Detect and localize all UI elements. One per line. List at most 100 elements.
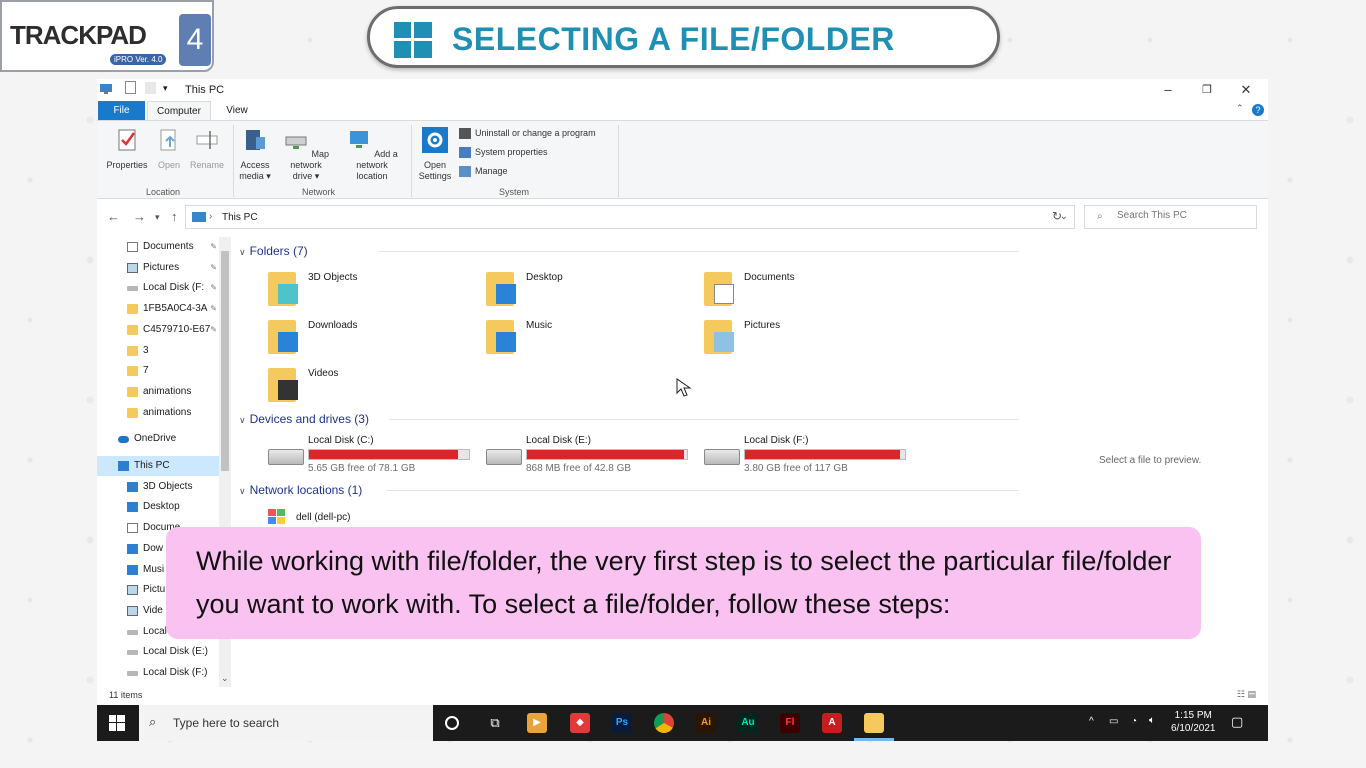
collapse-chevron-icon[interactable]: ∨ xyxy=(239,247,246,257)
search-box[interactable]: ⌕ xyxy=(1084,205,1257,229)
network-icon[interactable]: ▭ xyxy=(1109,716,1118,727)
blue-icon xyxy=(118,461,129,471)
search-icon: ⌕ xyxy=(1097,211,1103,222)
active-app-indicator xyxy=(854,738,894,741)
system-clock[interactable]: 1:15 PM 6/10/2021 xyxy=(1171,709,1216,735)
notifications-icon[interactable]: ▢ xyxy=(1231,714,1243,730)
drives-section-header[interactable]: ∨ Devices and drives (3) xyxy=(239,412,1019,426)
chrome-icon[interactable] xyxy=(654,713,674,733)
wifi-icon[interactable]: ◔ xyxy=(1131,716,1137,727)
breadcrumb-this-pc[interactable]: This PC xyxy=(222,212,258,223)
map-network-drive-button[interactable]: Map network drive ▾ xyxy=(275,127,337,182)
drive-item[interactable]: Local Disk (E:) 868 MB free of 42.8 GB xyxy=(470,435,690,475)
illustrator-icon[interactable]: Ai xyxy=(696,713,716,733)
media-player-icon[interactable]: ▶ xyxy=(527,713,547,733)
drive-item[interactable]: Local Disk (C:) 5.65 GB free of 78.1 GB xyxy=(252,435,472,475)
help-icon[interactable]: ? xyxy=(1252,104,1264,116)
add-network-location-button[interactable]: Add a network location xyxy=(338,127,406,182)
properties-button[interactable]: Properties xyxy=(103,127,151,171)
scroll-down-chevron-icon[interactable]: ⌄ xyxy=(221,673,229,684)
nav-quick-access-item[interactable]: 7 xyxy=(97,361,219,381)
up-arrow-icon[interactable]: ↑ xyxy=(171,209,178,224)
nav-quick-access-item[interactable]: 3 xyxy=(97,341,219,361)
nav-this-pc-item[interactable]: Local Disk (F:) xyxy=(97,663,219,683)
photoshop-icon[interactable]: Ps xyxy=(612,713,632,733)
nav-quick-access-item[interactable]: animations xyxy=(97,382,219,402)
folder-item[interactable]: 3D Objects xyxy=(252,268,452,312)
show-hidden-icons-chevron-icon[interactable]: ^ xyxy=(1089,716,1094,727)
back-arrow-icon[interactable]: ← xyxy=(107,209,120,224)
nav-this-pc[interactable]: This PC xyxy=(97,456,219,476)
acrobat-icon[interactable]: A xyxy=(822,713,842,733)
search-input[interactable] xyxy=(1117,210,1247,221)
close-button[interactable]: ✕ xyxy=(1231,81,1261,99)
system-properties-button[interactable]: System properties xyxy=(459,147,548,159)
tab-view[interactable]: View xyxy=(217,101,257,120)
folder-item[interactable]: Documents xyxy=(688,268,888,312)
uninstall-program-button[interactable]: Uninstall or change a program xyxy=(459,128,596,140)
open-settings-button[interactable]: Open Settings xyxy=(415,127,455,182)
open-button[interactable]: Open xyxy=(153,127,185,171)
nav-this-pc-item[interactable]: Local Disk (E:) xyxy=(97,642,219,662)
volume-icon[interactable]: 🔈︎ xyxy=(1149,715,1155,726)
drive-item[interactable]: Local Disk (F:) 3.80 GB free of 117 GB xyxy=(688,435,908,475)
recent-locations-chevron-icon[interactable]: ▾ xyxy=(155,212,160,223)
taskbar-search-box[interactable]: ⌕ Type here to search xyxy=(139,705,433,741)
customize-qat-chevron-icon[interactable]: ▾ xyxy=(163,83,168,94)
folder-item[interactable]: Pictures xyxy=(688,316,888,360)
file-explorer-taskbar-icon[interactable] xyxy=(864,713,884,733)
collapse-ribbon-chevron-icon[interactable]: ⌃ xyxy=(1236,103,1244,114)
nav-quick-access-item[interactable]: Local Disk (F: ✎ xyxy=(97,278,219,298)
folder-icon xyxy=(704,272,734,306)
task-view-icon[interactable]: ⧉ xyxy=(485,713,505,733)
start-button[interactable] xyxy=(109,715,125,731)
nav-quick-access-item[interactable]: Documents ✎ xyxy=(97,237,219,257)
nav-quick-access-item[interactable]: 1FB5A0C4-3A ✎ xyxy=(97,299,219,319)
address-bar[interactable]: › This PC ⌄ xyxy=(185,205,1075,229)
refresh-icon[interactable]: ↻ xyxy=(1052,209,1062,223)
pin-icon[interactable]: ✎ xyxy=(210,258,217,278)
nav-scrollbar-thumb[interactable] xyxy=(221,251,229,471)
banner-title: SELECTING A FILE/FOLDER xyxy=(452,21,895,57)
manage-button[interactable]: Manage xyxy=(459,166,508,178)
group-label-system: System xyxy=(499,187,530,197)
folders-section-header[interactable]: ∨ Folders (7) xyxy=(239,244,1019,258)
view-toggle-buttons[interactable]: ☷ ▤ xyxy=(1237,689,1256,700)
nav-quick-access-item[interactable]: Pictures ✎ xyxy=(97,258,219,278)
folder-item[interactable]: Videos xyxy=(252,364,452,408)
cortana-icon[interactable] xyxy=(445,716,459,730)
collapse-chevron-icon[interactable]: ∨ xyxy=(239,486,246,496)
folder-item[interactable]: Desktop xyxy=(470,268,670,312)
nav-this-pc-item[interactable]: Desktop xyxy=(97,497,219,517)
minimize-button[interactable]: – xyxy=(1153,81,1183,99)
folder-item[interactable]: Music xyxy=(470,316,670,360)
folder-item[interactable]: Downloads xyxy=(252,316,452,360)
access-media-button[interactable]: Access media ▾ xyxy=(237,127,273,182)
nav-this-pc-item[interactable]: 3D Objects xyxy=(97,477,219,497)
pin-icon[interactable]: ✎ xyxy=(210,299,217,319)
nav-quick-access-item[interactable]: C4579710-E67 ✎ xyxy=(97,320,219,340)
folder-icon xyxy=(704,320,734,354)
pic-icon xyxy=(127,585,138,596)
audition-icon[interactable]: Au xyxy=(738,713,758,733)
network-section-header[interactable]: ∨ Network locations (1) xyxy=(239,483,1019,497)
forward-arrow-icon[interactable]: → xyxy=(133,209,146,224)
anydesk-icon[interactable]: ◆ xyxy=(570,713,590,733)
pin-icon[interactable]: ✎ xyxy=(210,320,217,340)
pin-icon[interactable]: ✎ xyxy=(210,278,217,298)
tab-computer[interactable]: Computer xyxy=(147,101,211,120)
pin-icon[interactable]: ✎ xyxy=(210,237,217,257)
nav-quick-access-item[interactable]: animations xyxy=(97,403,219,423)
lesson-title-banner: SELECTING A FILE/FOLDER xyxy=(367,6,1000,68)
collapse-chevron-icon[interactable]: ∨ xyxy=(239,415,246,425)
rename-button[interactable]: Rename xyxy=(187,127,227,171)
search-icon: ⌕ xyxy=(149,714,157,729)
properties-qat-icon[interactable] xyxy=(125,81,136,94)
flash-icon[interactable]: Fl xyxy=(780,713,800,733)
restore-button[interactable]: ❐ xyxy=(1192,81,1222,99)
network-location-item[interactable]: dell (dell-pc) xyxy=(252,509,452,529)
tab-file[interactable]: File xyxy=(98,101,145,120)
new-folder-qat-icon[interactable] xyxy=(145,82,156,94)
nav-onedrive[interactable]: OneDrive xyxy=(97,429,219,449)
breadcrumb-chevron-icon[interactable]: › xyxy=(209,211,212,222)
